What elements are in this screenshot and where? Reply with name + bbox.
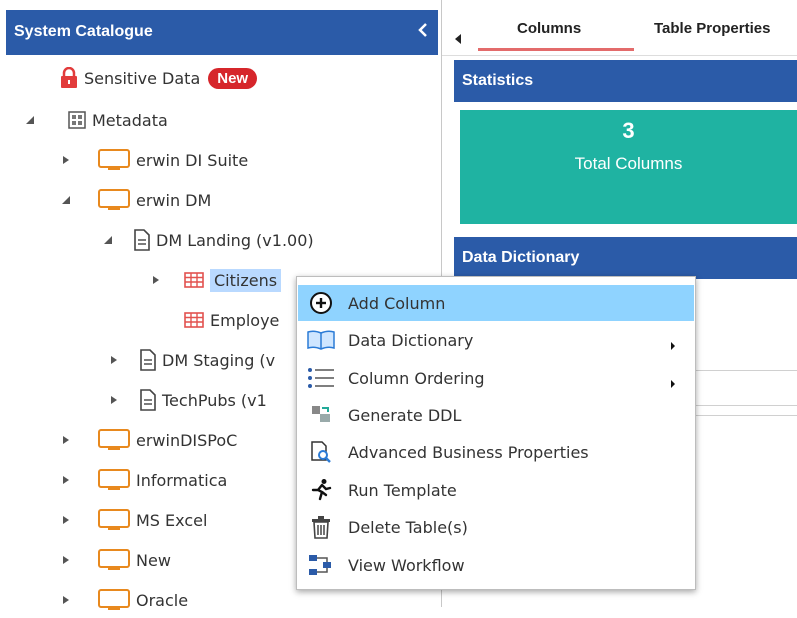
tree-item-label: New — [136, 550, 171, 570]
folder-icon — [98, 509, 130, 531]
statistics-title: Statistics — [462, 72, 534, 89]
tree-item-label-selected: Citizens — [210, 268, 282, 292]
collapse-panel-icon[interactable] — [418, 22, 428, 38]
document-icon — [140, 349, 156, 371]
tree-item-sensitive-data[interactable]: Sensitive Data New — [32, 60, 258, 96]
tab-columns[interactable]: Columns — [517, 20, 581, 37]
tab-table-properties[interactable]: Table Properties — [654, 20, 770, 37]
tree-item-label: DM Staging (v — [162, 350, 276, 370]
menu-item-column-ordering[interactable]: Column Ordering — [298, 360, 694, 396]
folder-icon — [98, 429, 130, 451]
submenu-arrow-icon — [670, 374, 676, 393]
tree-item-ms-excel[interactable]: MS Excel — [56, 502, 207, 538]
menu-item-generate-ddl[interactable]: Generate DDL — [298, 397, 694, 433]
expand-triangle-icon[interactable] — [56, 155, 76, 165]
run-icon — [306, 478, 336, 502]
tree-item-label: TechPubs (v1 — [162, 390, 267, 410]
menu-item-data-dictionary[interactable]: Data Dictionary — [298, 322, 694, 358]
catalogue-header: System Catalogue — [6, 10, 438, 55]
menu-item-label: Data Dictionary — [348, 330, 474, 350]
menu-item-label: Delete Table(s) — [348, 517, 468, 537]
menu-item-label: Add Column — [348, 293, 446, 313]
expand-triangle-icon[interactable] — [56, 595, 76, 605]
submenu-arrow-icon — [670, 336, 676, 355]
menu-item-add-column[interactable]: Add Column — [298, 285, 694, 321]
menu-item-label: Advanced Business Properties — [348, 442, 589, 462]
document-icon — [134, 229, 150, 251]
tree-item-new[interactable]: New — [56, 542, 171, 578]
menu-item-run-template[interactable]: Run Template — [298, 472, 694, 508]
expand-triangle-icon[interactable] — [56, 555, 76, 565]
tree-item-erwindispoc[interactable]: erwinDISPoC — [56, 422, 237, 458]
expand-triangle-icon[interactable] — [104, 395, 124, 405]
expand-triangle-icon[interactable] — [56, 515, 76, 525]
book-icon — [306, 329, 336, 351]
menu-item-delete-tables[interactable]: Delete Table(s) — [298, 509, 694, 545]
tree-item-label: Metadata — [92, 110, 168, 130]
tree-item-erwin-dm[interactable]: erwin DM — [56, 182, 211, 218]
tree-item-techpubs[interactable]: TechPubs (v1 — [104, 382, 267, 418]
tab-scroll-left-icon[interactable] — [454, 30, 462, 49]
folder-icon — [98, 589, 130, 611]
table-icon — [184, 272, 204, 288]
divider — [692, 370, 797, 371]
tree-item-erwin-di-suite[interactable]: erwin DI Suite — [56, 142, 248, 178]
total-columns-label: Total Columns — [574, 154, 683, 173]
folder-icon — [98, 189, 130, 211]
table-icon — [184, 312, 204, 328]
folder-icon — [98, 149, 130, 171]
collapse-triangle-icon[interactable] — [20, 115, 40, 125]
tree-item-label: erwin DM — [136, 190, 212, 210]
trash-icon — [306, 515, 336, 539]
statistics-header: Statistics — [454, 60, 797, 102]
tree-item-label: MS Excel — [136, 510, 208, 530]
tree-item-oracle[interactable]: Oracle — [56, 582, 188, 618]
collapse-triangle-icon[interactable] — [56, 195, 76, 205]
total-columns-count: 3 — [622, 118, 635, 143]
add-circle-icon — [306, 291, 336, 315]
tree-item-citizens[interactable]: Citizens — [146, 262, 282, 298]
tree-item-label: Informatica — [136, 470, 228, 490]
tab-bar: Columns Table Properties — [442, 0, 797, 56]
expand-triangle-icon[interactable] — [104, 355, 124, 365]
data-dictionary-header: Data Dictionary — [454, 237, 797, 279]
menu-item-label: Run Template — [348, 480, 457, 500]
active-tab-indicator — [478, 48, 634, 51]
folder-icon — [98, 469, 130, 491]
new-badge: New — [208, 67, 258, 89]
tree-item-informatica[interactable]: Informatica — [56, 462, 227, 498]
database-grid-icon — [68, 111, 86, 129]
collapse-triangle-icon[interactable] — [98, 235, 118, 245]
document-icon — [140, 389, 156, 411]
lock-icon — [60, 67, 78, 89]
tree-item-label: erwinDISPoC — [136, 430, 238, 450]
context-menu: Add Column Data Dictionary Column Orderi… — [296, 276, 696, 590]
expand-triangle-icon[interactable] — [56, 475, 76, 485]
tree-item-dm-staging[interactable]: DM Staging (v — [104, 342, 275, 378]
tree-item-label: DM Landing (v1.00) — [156, 230, 314, 250]
doc-search-icon — [306, 440, 336, 464]
folder-icon — [98, 549, 130, 571]
total-columns-card: 3 Total Columns — [460, 110, 797, 224]
menu-item-advanced-business-properties[interactable]: Advanced Business Properties — [298, 434, 694, 470]
tree-item-dm-landing[interactable]: DM Landing (v1.00) — [98, 222, 314, 258]
menu-item-label: Column Ordering — [348, 368, 485, 388]
menu-item-label: Generate DDL — [348, 405, 462, 425]
expand-triangle-icon[interactable] — [146, 275, 166, 285]
tree-item-label: Sensitive Data — [84, 68, 201, 88]
workflow-icon — [306, 554, 336, 576]
catalogue-title: System Catalogue — [14, 23, 153, 40]
ddl-icon — [306, 404, 336, 426]
tree-item-label: erwin DI Suite — [136, 150, 249, 170]
divider — [692, 405, 797, 406]
expand-triangle-icon[interactable] — [56, 435, 76, 445]
data-dictionary-title: Data Dictionary — [462, 249, 580, 266]
menu-item-label: View Workflow — [348, 555, 465, 575]
tree-item-employee[interactable]: Employe — [174, 302, 279, 338]
list-order-icon — [306, 366, 336, 390]
menu-item-view-workflow[interactable]: View Workflow — [298, 547, 694, 583]
tree-item-label: Employe — [210, 310, 280, 330]
tree-item-metadata[interactable]: Metadata — [20, 102, 168, 138]
